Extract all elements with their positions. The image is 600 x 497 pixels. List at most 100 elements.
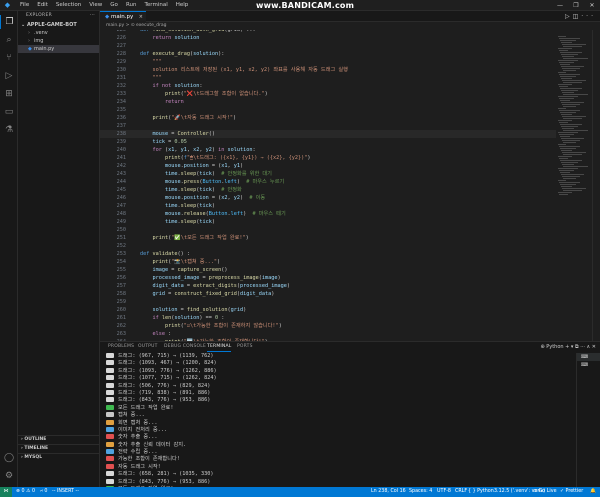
go-live-button[interactable]: ⊙ Go Live [533,487,557,497]
code-line[interactable]: 232 if not solution: [100,82,556,90]
line-endings[interactable]: CRLF [455,487,467,497]
code-line[interactable]: 246 mouse.position = (x2, y2) # 이동 [100,194,556,202]
mysql-section[interactable]: › MYSQL [18,453,100,461]
code-line[interactable]: 227 [100,42,556,50]
code-line[interactable]: 260 solution = find_solution(grid) [100,306,556,314]
extensions-icon[interactable]: ⊞ [0,87,18,101]
encoding[interactable]: UTF-8 [437,487,451,497]
more-icon[interactable]: ··· [581,13,596,20]
code-line[interactable]: 244 mouse.press(Button.left) # 마우스 누르기 [100,178,556,186]
menu-edit[interactable]: Edit [33,2,52,8]
run-file-icon[interactable]: ▷ [565,13,573,20]
tab-debug-console[interactable]: DEBUG CONSOLE [164,342,206,352]
code-line[interactable]: 240 for (x1, y1, x2, y2) in solution: [100,146,556,154]
code-line[interactable]: 237 [100,122,556,130]
code-line[interactable]: 250 [100,226,556,234]
code-line[interactable]: 254 print("📸\t캡쳐 중...") [100,258,556,266]
code-line[interactable]: 226 return solution [100,34,556,42]
remote-indicator-icon[interactable]: ⋈ [0,487,12,497]
problems-count[interactable]: ⊗ 0 ⚠ 0 [16,487,35,497]
close-window-icon[interactable]: ✕ [584,0,600,11]
notifications-icon[interactable]: 🔔 [590,487,596,497]
run-debug-icon[interactable]: ▷ [0,69,18,83]
code-line[interactable]: 259 [100,298,556,306]
code-line[interactable]: 256 processed_image = preprocess_image(i… [100,274,556,282]
code-line[interactable]: 241 print(f"🖱\t드래그: ({x1}, {y1}) → ({x2}… [100,154,556,162]
code-line[interactable]: 234 return [100,98,556,106]
code-line[interactable]: 253 def validate() : [100,250,556,258]
terminal-text: 캡쳐 중... [118,412,145,419]
line-number: 245 [116,187,126,193]
code-line[interactable]: 252 [100,242,556,250]
search-icon[interactable]: ⌕ [0,33,18,47]
testing-icon[interactable]: ⚗ [0,123,18,137]
line-number: 234 [116,99,126,105]
code-line[interactable]: 233 print("❌\t드래그할 조합이 없습니다.") [100,90,556,98]
tree-item-venv[interactable]: › .venv [18,29,99,37]
menu-file[interactable]: File [16,2,33,8]
code-line[interactable]: 238 mouse = Controller() [100,130,556,138]
code-line[interactable]: 251 print("✅\t모든 드래그 작업 완료!") [100,234,556,242]
timeline-section[interactable]: › TIMELINE [18,444,100,452]
indentation[interactable]: Spaces: 4 [409,487,432,497]
minimap[interactable] [556,30,592,341]
menu-selection[interactable]: Selection [52,2,85,8]
close-tab-icon[interactable]: × [139,12,143,22]
minimize-icon[interactable]: — [552,0,568,11]
code-line[interactable]: 239 tick = 0.05 [100,138,556,146]
tree-item-main-py[interactable]: ◆ main.py [18,45,99,53]
remote-icon[interactable]: ▭ [0,105,18,119]
code-line[interactable]: 258 grid = construct_fixed_grid(digit_da… [100,290,556,298]
code-line[interactable]: 242 mouse.position = (x1, y1) [100,162,556,170]
breadcrumb[interactable]: main.py > ⊙ execute_drag [100,22,600,30]
terminal-instance-1[interactable]: ⌨ [577,353,600,361]
code-line[interactable]: 236 print("🚀\t자동 드래그 시작!") [100,114,556,122]
code-line[interactable]: 228 def execute_drag(solution): [100,50,556,58]
menu-help[interactable]: Help [172,2,193,8]
tab-main-py[interactable]: ◆ main.py × [100,11,146,22]
tab-ports[interactable]: PORTS [237,342,253,352]
code-line[interactable]: 247 time.sleep(tick) [100,202,556,210]
menu-go[interactable]: Go [106,2,122,8]
tab-terminal[interactable]: TERMINAL [207,342,232,352]
menu-view[interactable]: View [85,2,106,8]
split-editor-icon[interactable]: ◫ [573,13,582,20]
code-line[interactable]: 255 image = capture_screen() [100,266,556,274]
ports-count[interactable]: ⑁ 0 [40,487,47,497]
code-line[interactable]: 230 solution 리스트에 저장된 (x1, y1, x2, y2) 좌… [100,66,556,74]
tab-problems[interactable]: PROBLEMS [108,342,134,352]
editor-scrollbar[interactable] [592,30,600,341]
code-line[interactable]: 262 print("☑\t가능한 조합이 존재하지 않습니다!") [100,322,556,330]
language-mode[interactable]: { } Python [468,487,494,497]
terminal-instance-2[interactable]: ⌨ [577,361,600,369]
tab-output[interactable]: OUTPUT [138,342,158,352]
prettier-status[interactable]: ✓ Prettier [560,487,583,497]
code-line[interactable]: 257 digit_data = extract_digits(processe… [100,282,556,290]
menu-run[interactable]: Run [122,2,141,8]
source-control-icon[interactable]: ⑂ [0,51,18,65]
code-line[interactable]: 235 [100,106,556,114]
outline-section[interactable]: › OUTLINE [18,435,100,443]
account-icon[interactable]: ◯ [0,451,18,465]
terminal-output[interactable]: 드래그: (967, 715) → (1139, 762) 드래그: (1093,… [106,353,576,487]
code-line[interactable]: 248 mouse.release(Button.left) # 마우스 떼기 [100,210,556,218]
code-line[interactable]: 231 """ [100,74,556,82]
line-number: 227 [116,43,126,49]
code-line[interactable]: 261 if len(solution) == 0 : [100,314,556,322]
code-line[interactable]: 243 time.sleep(tick) # 안정화를 위한 대기 [100,170,556,178]
files-icon[interactable]: ❐ [0,15,18,29]
cursor-position[interactable]: Ln 238, Col 16 [371,487,406,497]
code-line[interactable]: 249 time.sleep(tick) [100,218,556,226]
maximize-icon[interactable]: ❐ [568,0,584,11]
code-line[interactable]: 229 """ [100,58,556,66]
code-line[interactable]: 245 time.sleep(tick) # 안정화 [100,186,556,194]
more-actions-icon[interactable]: ··· [90,11,95,21]
gear-icon[interactable]: ⚙ [0,469,18,483]
minimap-line [559,194,568,195]
code-line[interactable]: 263 else : [100,330,556,338]
tree-item-img[interactable]: › img [18,37,99,45]
code-editor[interactable]: 225 def find_solution_with_grid(grid) ...… [100,30,556,341]
menu-terminal[interactable]: Terminal [140,2,171,8]
workspace-folder[interactable]: ⌄ APPLE-GAME-BOT [18,21,99,29]
terminal-actions[interactable]: ⊕ Python + ▾ ⧉ ··· ∧ ✕ [540,342,596,352]
